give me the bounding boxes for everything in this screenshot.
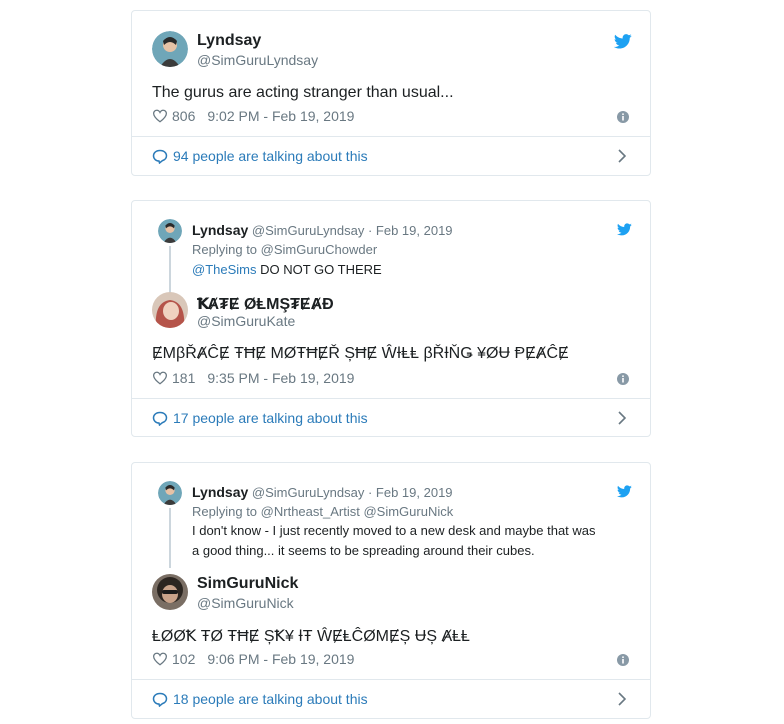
thread-line [169,246,171,296]
tweet-meta: 102 9:06 PM - Feb 19, 2019 [152,651,354,667]
tweet-card-1: Lyndsay @SimGuruLyndsay The gurus are ac… [131,10,651,176]
quoted-author-handle[interactable]: @SimGuruLyndsay [252,223,364,238]
chevron-right-icon[interactable] [618,411,626,425]
replying-to: Replying to @Nrtheast_Artist @SimGuruNic… [192,504,453,519]
twitter-bird-icon[interactable] [617,485,632,498]
conversation-link[interactable]: 94 people are talking about this [152,146,630,166]
quoted-header: Lyndsay @SimGuruLyndsay · Feb 19, 2019 [192,222,453,238]
quoted-avatar[interactable] [158,219,182,243]
like-count[interactable]: 102 [172,651,195,667]
quoted-date[interactable]: · Feb 19, 2019 [368,223,453,238]
info-icon[interactable] [617,111,629,123]
replying-to-label: Replying to [192,504,258,519]
heart-icon[interactable] [152,371,168,385]
timestamp[interactable]: 9:02 PM - Feb 19, 2019 [207,108,354,124]
conversation-count[interactable]: 18 people are talking about this [173,691,368,707]
divider [132,398,650,399]
conversation-link[interactable]: 17 people are talking about this [152,408,630,428]
chevron-right-icon[interactable] [618,692,626,706]
avatar[interactable] [152,574,188,610]
quoted-text: @TheSims DO NOT GO THERE [192,260,382,280]
tweet-meta: 806 9:02 PM - Feb 19, 2019 [152,108,354,124]
divider [132,136,650,137]
tweet-card-2: Lyndsay @SimGuruLyndsay · Feb 19, 2019 R… [131,200,651,437]
author-handle[interactable]: @SimGuruNick [197,595,294,611]
twitter-bird-icon[interactable] [617,223,632,236]
tweet-meta: 181 9:35 PM - Feb 19, 2019 [152,370,354,386]
quoted-body-line-2: a good thing... it seems to be spreading… [192,543,535,558]
speech-bubble-icon [152,692,168,707]
tweet-card-3: Lyndsay @SimGuruLyndsay · Feb 19, 2019 R… [131,462,651,719]
mention-link[interactable]: @TheSims [192,262,257,277]
info-icon[interactable] [617,654,629,666]
chevron-right-icon[interactable] [618,149,626,163]
author-handle[interactable]: @SimGuruLyndsay [197,52,318,68]
quoted-author-name[interactable]: Lyndsay [192,484,248,500]
quoted-body-line-1: I don't know - I just recently moved to … [192,523,596,538]
quoted-header: Lyndsay @SimGuruLyndsay · Feb 19, 2019 [192,484,453,500]
replying-to-handle[interactable]: @SimGuruChowder [261,242,378,257]
quoted-author-name[interactable]: Lyndsay [192,222,248,238]
tweet-text: ɆMβŘȺĈɆ ŦĦɆ MØŦĦɆŘ ȘĦɆ ŴƗⱠⱠ βŘƗŇǤ ¥ØɄ ⱣɆ… [152,345,569,362]
quoted-body: DO NOT GO THERE [256,262,382,277]
like-count[interactable]: 806 [172,108,195,124]
quoted-text: I don't know - I just recently moved to … [192,521,596,561]
divider [132,679,650,680]
speech-bubble-icon [152,411,168,426]
tweet-text: ⱠØØꝀ ŦØ ŦĦɆ ȘꝀ¥ ƗŦ ŴɆⱠĈØMɆȘ ɄȘ ȺⱠⱠ [152,628,470,645]
info-icon[interactable] [617,373,629,385]
replying-to: Replying to @SimGuruChowder [192,242,377,257]
avatar[interactable] [152,31,188,67]
conversation-link[interactable]: 18 people are talking about this [152,689,630,709]
quoted-date[interactable]: · Feb 19, 2019 [368,485,453,500]
thread-line [169,508,171,568]
speech-bubble-icon [152,149,168,164]
heart-icon[interactable] [152,109,168,123]
replying-to-label: Replying to [192,242,258,257]
tweet-text: The gurus are acting stranger than usual… [152,84,454,101]
conversation-count[interactable]: 94 people are talking about this [173,148,368,164]
twitter-bird-icon[interactable] [614,34,632,49]
timestamp[interactable]: 9:35 PM - Feb 19, 2019 [207,370,354,386]
quoted-avatar[interactable] [158,481,182,505]
author-name[interactable]: ꝀȺ₮Ɇ ØⱠMŞ₮ɆȺĐ [197,294,334,314]
author-name[interactable]: SimGuruNick [197,575,298,593]
avatar[interactable] [152,292,188,328]
replying-to-handle[interactable]: @Nrtheast_Artist @SimGuruNick [261,504,454,519]
conversation-count[interactable]: 17 people are talking about this [173,410,368,426]
quoted-author-handle[interactable]: @SimGuruLyndsay [252,485,364,500]
author-name[interactable]: Lyndsay [197,32,261,50]
like-count[interactable]: 181 [172,370,195,386]
author-handle[interactable]: @SimGuruKate [197,313,295,329]
timestamp[interactable]: 9:06 PM - Feb 19, 2019 [207,651,354,667]
heart-icon[interactable] [152,652,168,666]
